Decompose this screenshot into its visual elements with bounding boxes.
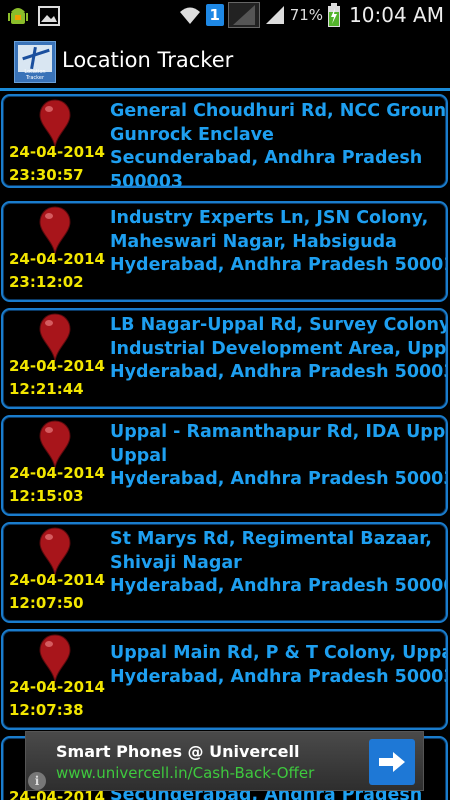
- location-time: 12:21:44: [9, 380, 84, 398]
- app-title: Location Tracker: [62, 48, 234, 72]
- location-time: 23:30:57: [9, 166, 84, 184]
- address-line: Uppal: [110, 445, 168, 466]
- location-date: 24-04-2014: [9, 464, 105, 482]
- location-address: General Choudhuri Rd, NCC Ground, Gunroc…: [110, 100, 448, 188]
- address-line: Maheswari Nagar, Habsiguda: [110, 231, 397, 252]
- location-address: LB Nagar-Uppal Rd, Survey Colony, Indust…: [110, 314, 446, 385]
- map-pin-icon: [39, 313, 71, 362]
- ad-arrow-button[interactable]: [369, 739, 415, 785]
- notification-count-badge: 1: [205, 4, 224, 26]
- action-bar: Location Tracker Location Tracker: [0, 33, 450, 91]
- battery-percent: 71%: [289, 6, 324, 24]
- location-item[interactable]: 24-04-2014 23:30:57 General Choudhuri Rd…: [1, 94, 448, 188]
- location-date: 24-04-2014: [9, 143, 105, 161]
- location-time: 23:12:02: [9, 273, 84, 291]
- map-pin-icon: [39, 420, 71, 469]
- ad-info-icon[interactable]: i: [28, 772, 46, 790]
- location-date: 24-04-2014: [9, 571, 105, 589]
- app-logo-caption: Location Tracker: [24, 69, 46, 81]
- address-line: 500003: [110, 171, 184, 188]
- address-line: Hyderabad, Andhra Pradesh 500039: [110, 362, 448, 382]
- address-line: Shivaji Nagar: [110, 552, 242, 573]
- address-line: Uppal - Ramanthapur Rd, IDA Uppal,: [110, 422, 448, 442]
- android-debug-icon: [8, 8, 28, 24]
- signal-icon: [265, 6, 284, 24]
- map-pin-icon: [39, 527, 71, 576]
- map-pin-icon: [39, 634, 71, 683]
- location-item[interactable]: 24-04-2014 12:21:44 LB Nagar-Uppal Rd, S…: [1, 308, 448, 409]
- address-line: Gunrock Enclave: [110, 124, 274, 145]
- location-date: 24-04-2014: [9, 250, 105, 268]
- signal-box-icon: [227, 2, 260, 28]
- location-time: 12:07:38: [9, 701, 84, 719]
- address-line: Hyderabad, Andhra Pradesh 500039: [110, 666, 448, 687]
- location-time: 12:07:50: [9, 594, 84, 612]
- location-item[interactable]: 24-04-2014 12:07:38 Uppal Main Rd, P & T…: [1, 629, 448, 730]
- ad-banner[interactable]: Smart Phones @ Univercell www.univercell…: [25, 731, 424, 791]
- location-date: 24-04-2014: [9, 357, 105, 375]
- location-date: 24-04-2014: [9, 678, 105, 696]
- location-address: St Marys Rd, Regimental Bazaar, Shivaji …: [110, 528, 446, 599]
- location-item[interactable]: 24-04-2014 12:07:50 St Marys Rd, Regimen…: [1, 522, 448, 623]
- ad-title[interactable]: Smart Phones @ Univercell: [56, 742, 299, 761]
- image-icon: [38, 6, 60, 26]
- address-line: LB Nagar-Uppal Rd, Survey Colony,: [110, 315, 448, 335]
- location-item[interactable]: 24-04-2014 12:15:03 Uppal - Ramanthapur …: [1, 415, 448, 516]
- location-item[interactable]: 24-04-2014 23:12:02 Industry Experts Ln,…: [1, 201, 448, 302]
- location-address: Uppal Main Rd, P & T Colony, Uppal Hyder…: [110, 642, 446, 689]
- ad-url[interactable]: www.univercell.in/Cash-Back-Offer: [56, 764, 314, 782]
- status-bar: 1 71% 10:04 AM: [0, 0, 450, 33]
- address-line: Hyderabad, Andhra Pradesh 500013: [110, 255, 448, 275]
- address-line: Industrial Development Area, Uppal: [110, 338, 448, 359]
- map-pin-icon: [39, 99, 71, 148]
- location-time: 12:15:03: [9, 487, 84, 505]
- location-address: Uppal - Ramanthapur Rd, IDA Uppal, Uppal…: [110, 421, 446, 492]
- address-line: St Marys Rd, Regimental Bazaar,: [110, 529, 432, 549]
- location-list[interactable]: 24-04-2014 23:30:57 General Choudhuri Rd…: [0, 94, 450, 800]
- status-time: 10:04 AM: [349, 3, 444, 27]
- location-address: Industry Experts Ln, JSN Colony, Maheswa…: [110, 207, 446, 278]
- wifi-icon: [179, 7, 200, 24]
- map-pin-icon: [39, 206, 71, 255]
- arrow-right-icon: [379, 752, 405, 772]
- app-logo-icon: Location Tracker: [14, 41, 56, 83]
- address-line: Secunderabad, Andhra Pradesh: [110, 148, 423, 168]
- address-line: General Choudhuri Rd, NCC Ground,: [110, 101, 448, 121]
- battery-charging-icon: [328, 3, 341, 27]
- address-line: Industry Experts Ln, JSN Colony,: [110, 208, 429, 228]
- address-line: Uppal Main Rd, P & T Colony, Uppal: [110, 643, 448, 663]
- address-line: Hyderabad, Andhra Pradesh 500039: [110, 469, 448, 489]
- address-line: Hyderabad, Andhra Pradesh 500003: [110, 576, 448, 596]
